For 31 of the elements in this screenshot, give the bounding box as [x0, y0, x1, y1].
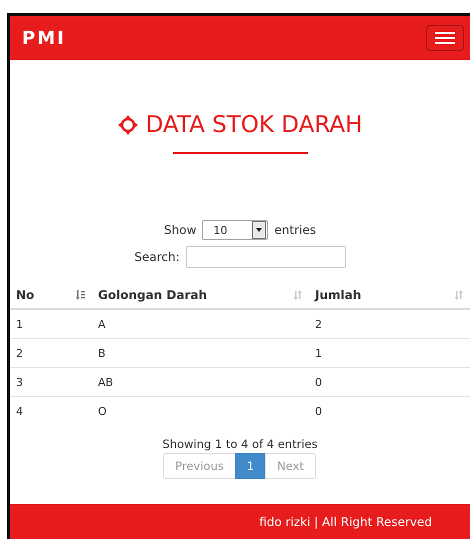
page-button[interactable]: 1 [234, 453, 266, 479]
table-cell: 2 [315, 318, 322, 330]
search-field[interactable] [186, 246, 346, 268]
brand-name[interactable]: PMI [22, 28, 66, 48]
entries-info: Showing 1 to 4 of 4 entries [161, 437, 319, 451]
table-cell: 2 [16, 346, 23, 360]
table-cell: O [98, 404, 107, 418]
sort-ascending-icon[interactable] [76, 290, 86, 300]
table-cell: 1 [315, 346, 322, 360]
table-cell: 0 [315, 404, 322, 418]
table-cell: B [98, 346, 106, 360]
caret-icon [256, 228, 262, 232]
show-label: Show [164, 223, 196, 237]
table-cell: AB [98, 376, 114, 388]
table-cell: A [98, 318, 106, 330]
menu-button[interactable] [426, 25, 464, 51]
column-header[interactable]: No [16, 288, 34, 302]
footer-text: fido rizki | All Right Reserved [259, 514, 432, 528]
sort-icon[interactable] [293, 290, 303, 300]
entries-label: entries [274, 223, 316, 237]
table-cell: 0 [315, 376, 322, 388]
table-cell: 1 [16, 318, 23, 330]
table-cell: 4 [16, 404, 23, 418]
crosshair-icon [118, 115, 138, 135]
column-header[interactable]: Golongan Darah [98, 288, 208, 302]
sort-icon[interactable] [454, 290, 464, 300]
search-label: Search: [134, 250, 180, 264]
column-header[interactable]: Jumlah [315, 288, 362, 302]
page-length-select[interactable]: 10 [202, 220, 268, 240]
table-cell: 3 [16, 376, 23, 388]
page-title: DATA STOK DARAH [146, 112, 362, 138]
